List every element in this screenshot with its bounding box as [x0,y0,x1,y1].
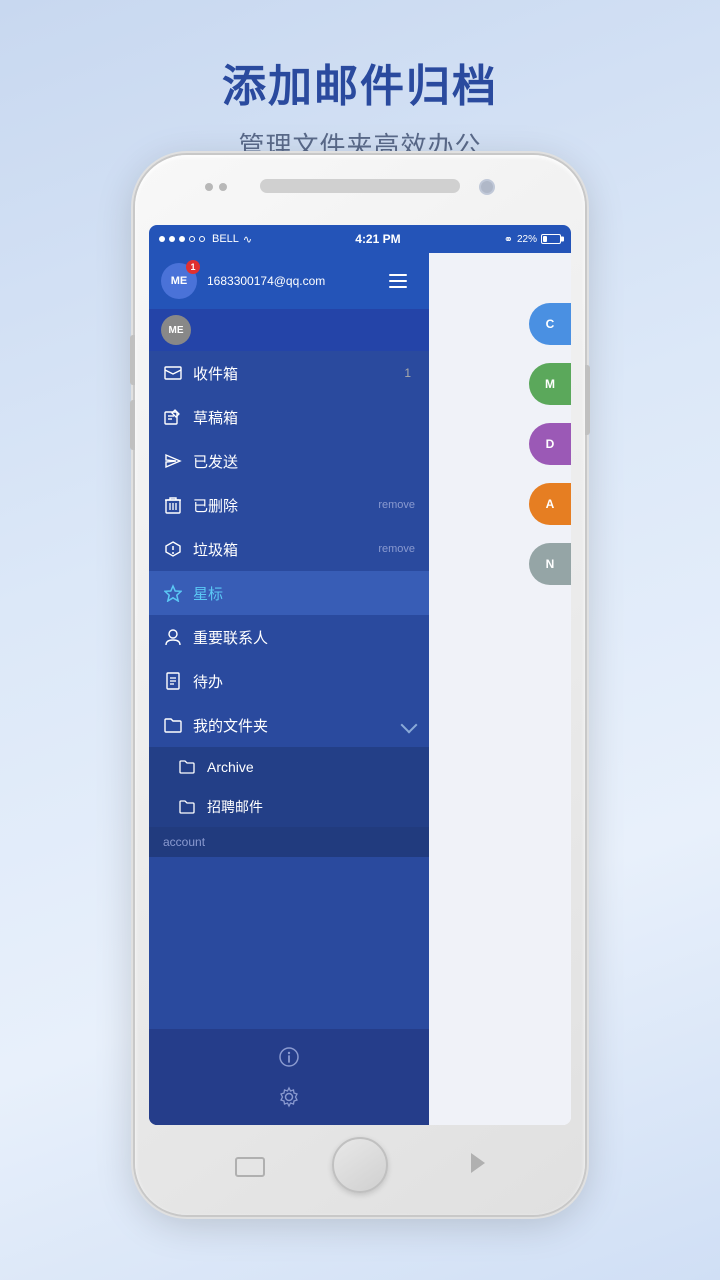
carrier-label: BELL [212,233,239,245]
signal-dot-4 [189,236,195,242]
drafts-icon [163,407,183,427]
menu-item-drafts[interactable]: 草稿箱 [149,395,429,439]
menu-item-inbox[interactable]: 收件箱 1 [149,351,429,395]
peek-avatar[interactable]: C [529,303,571,345]
battery-icon [541,234,561,244]
avatar-primary[interactable]: ME 1 [161,263,197,299]
account-label: account [163,835,205,849]
menu-item-starred[interactable]: 星标 [149,571,429,615]
peek-avatar[interactable]: A [529,483,571,525]
menu-item-deleted[interactable]: 已删除 remove [149,483,429,527]
recruitment-folder-icon [177,797,197,817]
archive-folder-icon [177,757,197,777]
inbox-icon [163,363,183,383]
volume-up-button[interactable] [130,335,135,385]
right-status: ⚭ 22% [504,233,561,246]
star-icon [163,583,183,603]
signal-dot-1 [159,236,165,242]
peek-avatar[interactable]: N [529,543,571,585]
signal-dot-2 [169,236,175,242]
deleted-label: 已删除 [193,495,368,516]
status-bar: BELL ∿ 4:21 PM ⚭ 22% [149,225,571,253]
info-button[interactable] [149,1037,429,1077]
wifi-icon: ∿ [243,233,252,246]
account-header[interactable]: ME 1 1683300174@qq.com [149,253,429,309]
trash-icon [163,495,183,515]
sensors [205,183,227,191]
inbox-label: 收件箱 [193,363,390,384]
page-title: 添加邮件归档 [0,50,720,114]
menu-item-trash[interactable]: 垃圾箱 remove [149,527,429,571]
sidebar-bottom [149,1029,429,1125]
signal-area: BELL ∿ [159,233,252,246]
volume-down-button[interactable] [130,400,135,450]
bluetooth-icon: ⚭ [504,233,513,246]
settings-button[interactable] [149,1077,429,1117]
spam-icon [163,539,183,559]
camera [479,179,495,195]
speaker [260,179,460,193]
menu-item-recruitment[interactable]: 招聘邮件 [149,787,429,827]
sidebar: ME 1 1683300174@qq.com ME [149,253,429,1125]
contacts-label: 重要联系人 [193,627,415,648]
menu-item-archive[interactable]: Archive [149,747,429,787]
todo-label: 待办 [193,671,415,692]
notification-badge: 1 [186,260,200,274]
inbox-count: 1 [400,366,415,380]
menu-item-contacts[interactable]: 重要联系人 [149,615,429,659]
screen-content: ME 1 1683300174@qq.com ME [149,253,571,1125]
starred-label: 星标 [193,583,415,604]
menu-list: 收件箱 1 草稿箱 已发送 [149,351,429,1029]
trash-remove[interactable]: remove [378,543,415,555]
sent-icon [163,451,183,471]
trash-label: 垃圾箱 [193,539,368,560]
signal-dot-3 [179,236,185,242]
home-button[interactable] [332,1137,388,1193]
todo-icon [163,671,183,691]
sent-label: 已发送 [193,451,415,472]
chevron-down-icon [401,717,418,734]
drafts-label: 草稿箱 [193,407,415,428]
peek-avatar[interactable]: M [529,363,571,405]
hamburger-line-1 [389,274,407,276]
battery-fill [543,236,547,242]
deleted-remove[interactable]: remove [378,499,415,511]
power-button[interactable] [585,365,590,435]
time-label: 4:21 PM [355,232,400,246]
recruitment-label: 招聘邮件 [207,797,415,817]
archive-label: Archive [207,759,415,775]
right-peek-area: CMDAN [429,253,571,1125]
hamburger-line-3 [389,286,407,288]
phone-screen: BELL ∿ 4:21 PM ⚭ 22% ME 1 [149,225,571,1125]
avatar-secondary[interactable]: ME [161,315,191,345]
hamburger-button[interactable] [389,267,417,295]
signal-dot-5 [199,236,205,242]
account-email: 1683300174@qq.com [207,274,379,288]
peek-avatar[interactable]: D [529,423,571,465]
battery-pct-label: 22% [517,234,537,245]
contacts-icon [163,627,183,647]
nav-forward-button[interactable] [471,1153,485,1173]
nav-back-button[interactable] [235,1157,265,1177]
menu-item-sent[interactable]: 已发送 [149,439,429,483]
menu-item-myfolder[interactable]: 我的文件夹 [149,703,429,747]
hamburger-line-2 [389,280,407,282]
myfolder-label: 我的文件夹 [193,715,391,736]
menu-item-todo[interactable]: 待办 [149,659,429,703]
phone-shell: BELL ∿ 4:21 PM ⚭ 22% ME 1 [135,155,585,1215]
folder-icon [163,715,183,735]
